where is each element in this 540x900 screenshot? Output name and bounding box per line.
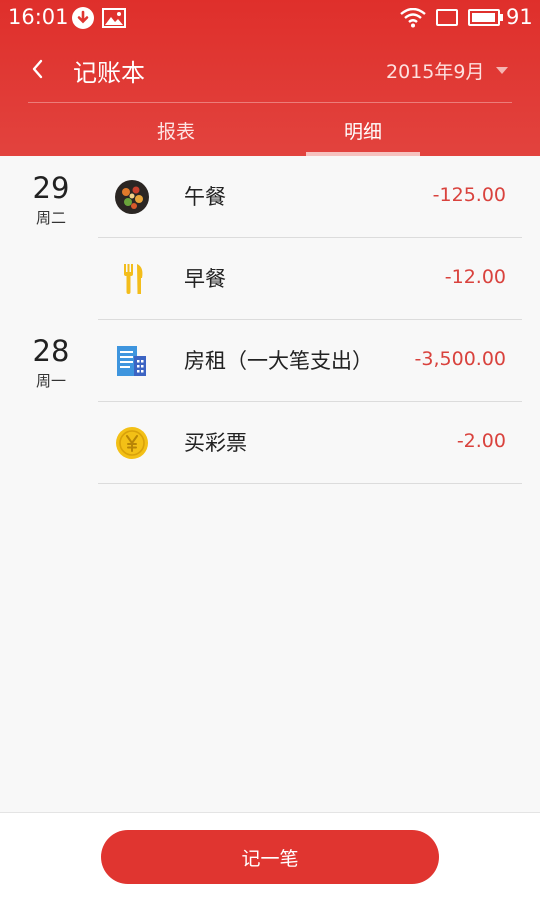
tab-report[interactable]: 报表 — [120, 104, 232, 156]
date-day: 29 — [32, 171, 70, 205]
page-title: 记账本 — [73, 59, 145, 87]
month-selector[interactable]: 2015年9月 — [386, 56, 509, 84]
month-label: 2015年9月 — [386, 60, 485, 83]
caret-down-icon — [496, 66, 509, 74]
date-group-29: 29 周二 — [24, 172, 78, 228]
list-item[interactable]: 午餐 -125.00 — [98, 156, 522, 238]
tab-detail[interactable]: 明细 — [306, 104, 420, 156]
date-weekday: 周二 — [35, 209, 66, 227]
list-item[interactable]: 买彩票 -2.00 — [98, 402, 522, 484]
building-icon — [114, 343, 150, 379]
battery-icon — [468, 9, 503, 26]
entry-label: 午餐 — [184, 185, 226, 209]
list-item[interactable]: 房租（一大笔支出） -3,500.00 — [98, 320, 522, 402]
entry-label: 买彩票 — [184, 431, 247, 455]
download-icon — [72, 7, 94, 29]
entry-amount: -3,500.00 — [414, 348, 506, 370]
date-group-28: 28 周一 — [24, 335, 78, 391]
date-day: 28 — [32, 334, 70, 368]
image-icon — [102, 8, 126, 32]
wifi-icon — [400, 7, 426, 32]
status-bar: 16:01 91 — [0, 0, 540, 36]
app-header: 16:01 91 记账本 2015年9月 报表 明细 — [0, 0, 540, 156]
header-divider — [28, 102, 512, 103]
add-entry-button[interactable]: 记一笔 — [101, 830, 439, 884]
yen-coin-icon — [114, 425, 150, 461]
entry-label: 房租（一大笔支出） — [184, 349, 373, 373]
entry-amount: -2.00 — [456, 430, 506, 452]
back-button[interactable] — [22, 52, 56, 86]
entry-amount: -125.00 — [432, 184, 506, 206]
entry-amount: -12.00 — [444, 266, 506, 288]
fork-knife-icon — [114, 261, 150, 297]
date-weekday: 周一 — [35, 372, 66, 390]
status-time: 16:01 — [8, 5, 69, 29]
chevron-left-icon — [32, 59, 43, 79]
food-plate-icon — [114, 179, 150, 215]
entry-label: 早餐 — [184, 267, 226, 291]
tablet-icon — [436, 9, 458, 26]
list-item[interactable]: 早餐 -12.00 — [98, 238, 522, 320]
bottom-bar: 记一笔 — [0, 812, 540, 900]
battery-level: 91 — [506, 5, 533, 29]
